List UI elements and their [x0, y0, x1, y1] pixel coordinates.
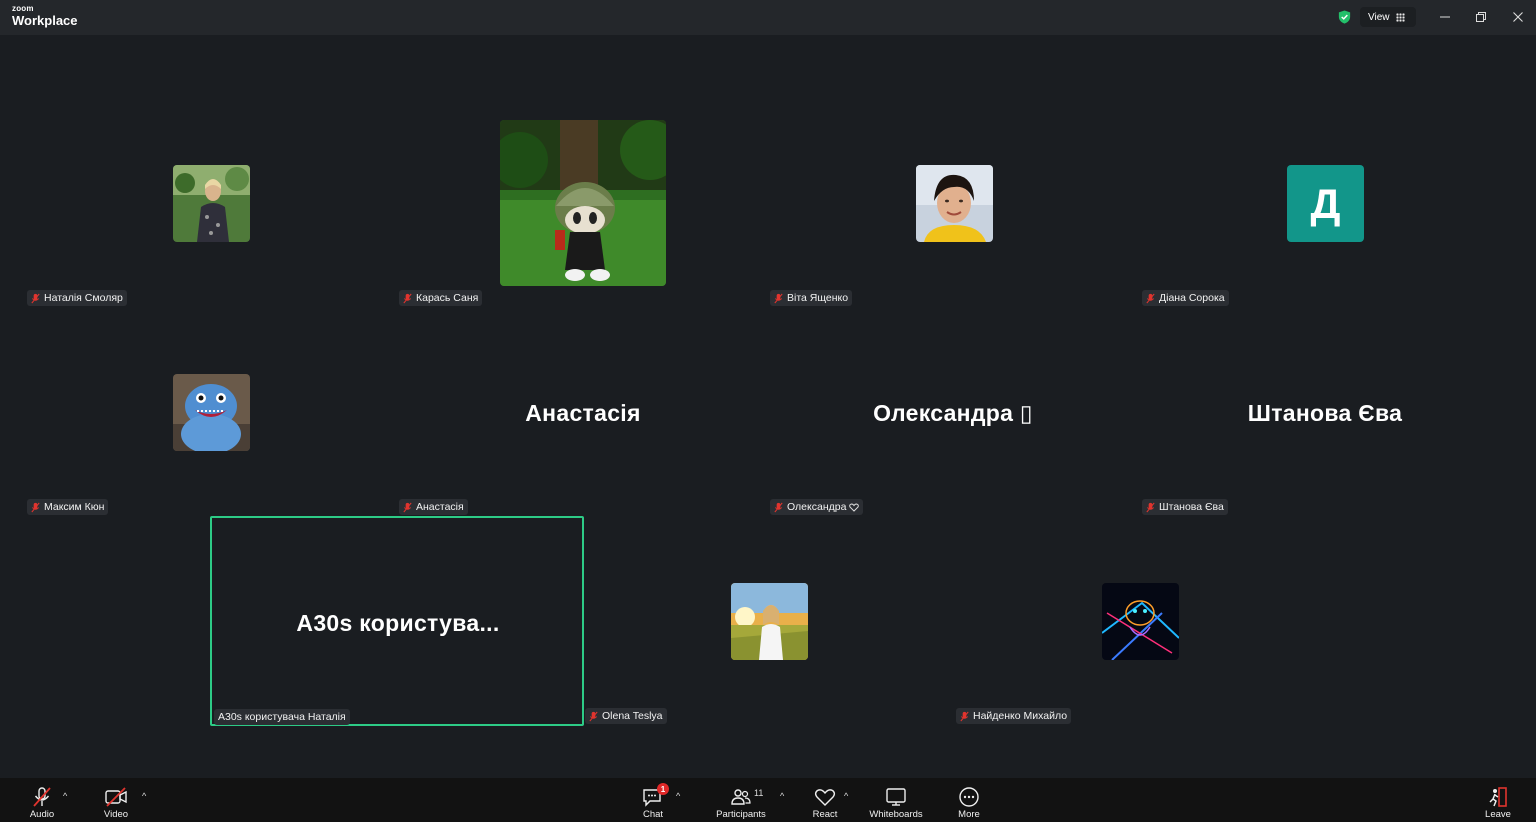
participants-label: Participants — [716, 809, 766, 820]
more-icon — [959, 787, 979, 807]
restore-icon[interactable] — [1473, 9, 1489, 25]
mic-muted-icon — [589, 711, 598, 721]
participant-name: Olena Teslya — [602, 710, 663, 722]
chat-unread-badge: 1 — [657, 783, 669, 795]
active-speaker-tile[interactable]: A30s користува... A30s користувача Натал… — [210, 516, 584, 726]
avatar-letter: Д — [1310, 179, 1341, 227]
heart-icon — [814, 789, 836, 806]
meeting-toolbar: Audio ^ Video ^ Chat 1 ^ Participants 11… — [0, 778, 1536, 822]
audio-label: Audio — [29, 809, 55, 820]
video-gallery: Д Наталія Смоляр Карась Саня Віта Ященко… — [0, 35, 1536, 778]
participant-name: A30s користувача Наталія — [218, 711, 346, 723]
mic-muted-icon — [1146, 293, 1155, 303]
avatar-olena — [731, 583, 808, 660]
mic-muted-icon — [33, 787, 51, 807]
react-label: React — [812, 809, 838, 820]
whiteboards-button[interactable]: Whiteboards — [866, 778, 926, 822]
display-name-oleksandra: Олександра ▯ — [873, 400, 1033, 426]
close-icon[interactable] — [1510, 9, 1526, 25]
participants-options-chevron-icon[interactable]: ^ — [780, 791, 784, 801]
more-button[interactable]: More — [949, 778, 989, 822]
whiteboard-icon — [886, 788, 906, 806]
shield-check-icon[interactable] — [1337, 9, 1352, 25]
mic-muted-icon — [774, 293, 783, 303]
avatar-diana-letter: Д — [1287, 165, 1364, 242]
mic-muted-icon — [774, 502, 783, 512]
leave-button[interactable]: Leave — [1478, 778, 1518, 822]
react-options-chevron-icon[interactable]: ^ — [844, 791, 848, 801]
nametag-oleksandra: Олександра — [770, 499, 864, 515]
participant-name: Наталія Смоляр — [44, 292, 123, 304]
video-button[interactable]: Video — [96, 778, 136, 822]
mic-muted-icon — [960, 711, 969, 721]
nametag-natalia: Наталія Смоляр — [27, 290, 127, 306]
mic-muted-icon — [1146, 502, 1155, 512]
nametag-diana: Діана Сорока — [1142, 290, 1229, 306]
mic-muted-icon — [403, 293, 412, 303]
brand-big: Workplace — [12, 13, 78, 28]
participant-name: Штанова Єва — [1159, 501, 1224, 513]
participant-name: Карась Саня — [416, 292, 479, 304]
nametag-karas: Карась Саня — [399, 290, 483, 306]
mic-muted-icon — [31, 293, 40, 303]
nametag-naydenko: Найденко Михайло — [956, 708, 1072, 724]
display-name-shtanova: Штанова Єва — [1247, 400, 1403, 426]
whiteboards-label: Whiteboards — [869, 809, 923, 820]
brand-small: zoom — [12, 4, 34, 13]
display-name-a30s: A30s користува... — [296, 610, 500, 636]
nametag-maksym: Максим Кюн — [27, 499, 109, 515]
view-button[interactable]: View — [1360, 7, 1416, 27]
audio-button[interactable]: Audio — [22, 778, 62, 822]
participant-name: Діана Сорока — [1159, 292, 1225, 304]
nametag-shtanova: Штанова Єва — [1142, 499, 1228, 515]
participants-count: 11 — [754, 788, 764, 798]
video-off-icon — [105, 787, 127, 807]
display-name-anastasia: Анастасія — [525, 400, 641, 426]
avatar-karas — [500, 120, 666, 286]
nametag-anastasia: Анастасія — [399, 499, 468, 515]
grid-icon — [1395, 12, 1405, 22]
more-label: More — [958, 809, 980, 820]
minimize-icon[interactable] — [1437, 9, 1453, 25]
participant-name: Найденко Михайло — [973, 710, 1068, 722]
react-button[interactable]: React — [805, 778, 845, 822]
audio-options-chevron-icon[interactable]: ^ — [63, 791, 67, 801]
heart-icon — [849, 502, 860, 512]
video-label: Video — [103, 809, 129, 820]
nametag-vita: Віта Ященко — [770, 290, 853, 306]
video-options-chevron-icon[interactable]: ^ — [142, 791, 146, 801]
view-label: View — [1368, 11, 1390, 23]
mic-muted-icon — [403, 502, 412, 512]
nametag-olena: Olena Teslya — [585, 708, 667, 724]
chat-label: Chat — [642, 809, 664, 820]
avatar-maksym — [173, 374, 250, 451]
mic-muted-icon — [31, 502, 40, 512]
chat-options-chevron-icon[interactable]: ^ — [676, 791, 680, 801]
avatar-naydenko — [1102, 583, 1179, 660]
participants-button[interactable]: Participants — [712, 778, 770, 822]
participant-name: Олександра — [787, 501, 847, 513]
title-bar: zoom Workplace View — [0, 0, 1536, 35]
participant-name: Анастасія — [416, 501, 464, 513]
participant-name: Віта Ященко — [787, 292, 849, 304]
app-logo: zoom Workplace — [12, 4, 78, 28]
avatar-natalia — [173, 165, 250, 242]
nametag-a30s: A30s користувача Наталія — [214, 709, 350, 725]
participants-icon — [731, 789, 751, 805]
leave-icon — [1489, 787, 1507, 807]
leave-label: Leave — [1485, 809, 1511, 820]
avatar-vita — [916, 165, 993, 242]
participant-name: Максим Кюн — [44, 501, 105, 513]
